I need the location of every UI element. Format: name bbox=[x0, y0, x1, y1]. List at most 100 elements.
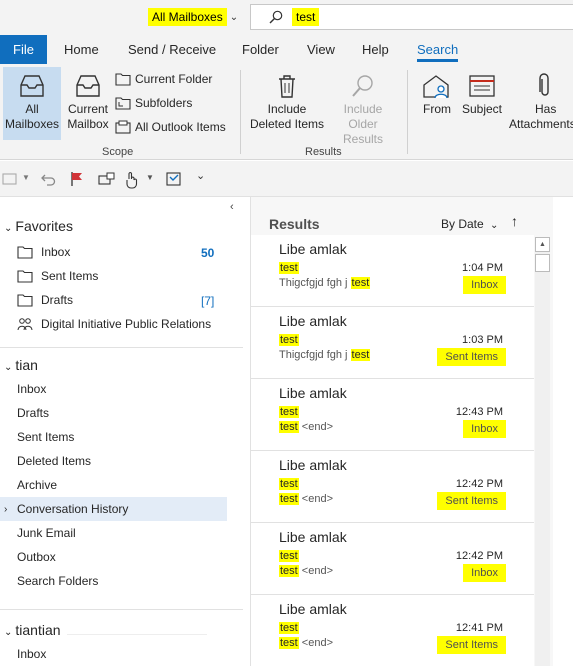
ribbon-tabs: File Home Send / Receive Folder View Hel… bbox=[0, 35, 573, 64]
preview-text: Thigcfgjd fgh j bbox=[279, 277, 348, 289]
favorites-item-digital-initiative[interactable]: Digital Initiative Public Relations bbox=[17, 313, 211, 335]
results-group-label: Results bbox=[305, 146, 342, 158]
favorites-item-drafts[interactable]: Drafts bbox=[17, 289, 73, 311]
folder-label: Conversation History bbox=[17, 502, 129, 516]
message-item[interactable]: Libe amlak test test <end> 12:42 PM Sent It… bbox=[251, 451, 534, 523]
message-item[interactable]: Libe amlak test Thigcfgjd fgh j test 1:04 P… bbox=[251, 235, 534, 307]
preview-text: <end> bbox=[301, 421, 333, 433]
search-scope-label: All Mailboxes bbox=[148, 8, 227, 26]
folder-item-inbox-2[interactable]: Inbox bbox=[17, 643, 46, 665]
folder-item-conversation-history[interactable]: › Conversation History bbox=[0, 497, 227, 521]
chevron-expanded-icon: ⌄ bbox=[4, 223, 13, 234]
received-time: 12:42 PM bbox=[455, 478, 503, 490]
tab-file[interactable]: File bbox=[0, 35, 47, 64]
undo-icon[interactable] bbox=[40, 171, 56, 187]
current-mailbox-button[interactable]: Current Mailbox bbox=[64, 67, 112, 140]
search-icon bbox=[269, 10, 283, 24]
folder-label: Drafts bbox=[41, 293, 74, 307]
search-scope-dropdown[interactable]: All Mailboxes ⌄ bbox=[148, 6, 238, 28]
chevron-down-icon: ⌄ bbox=[229, 11, 239, 23]
folder-item-drafts[interactable]: Drafts bbox=[17, 402, 49, 424]
trash-icon bbox=[279, 75, 295, 98]
favorites-label: Favorites bbox=[15, 218, 73, 234]
search-query: test bbox=[292, 8, 320, 26]
current-folder-button[interactable]: Current Folder bbox=[115, 69, 212, 89]
sender-name: Libe amlak bbox=[279, 529, 347, 545]
preview-highlight: test bbox=[279, 421, 299, 433]
reply-all-icon[interactable] bbox=[166, 171, 182, 187]
mailbox-header-tiantian[interactable]: ⌄ tiantian bbox=[4, 622, 207, 638]
tab-help[interactable]: Help bbox=[362, 35, 389, 64]
folder-item-outbox[interactable]: Outbox bbox=[17, 546, 56, 568]
collapse-pane-icon[interactable]: ‹ bbox=[230, 201, 234, 213]
folder-item-sent-items[interactable]: Sent Items bbox=[17, 426, 74, 448]
tab-search[interactable]: Search bbox=[417, 35, 459, 64]
subfolders-button[interactable]: Subfolders bbox=[115, 93, 192, 113]
send-receive-icon[interactable] bbox=[2, 171, 18, 187]
subject-button[interactable]: Subject bbox=[459, 67, 505, 140]
folder-item-search-folders[interactable]: Search Folders bbox=[17, 570, 98, 592]
preview-highlight: test bbox=[279, 493, 299, 505]
chevron-right-icon[interactable]: › bbox=[4, 504, 7, 515]
include-older-label-2: Older Results bbox=[342, 117, 383, 146]
divider bbox=[0, 347, 243, 348]
tab-home[interactable]: Home bbox=[64, 35, 99, 64]
results-pane: Results By Date ⌄ ↑ Libe amlak test Thigcf… bbox=[250, 197, 553, 666]
chevron-down-icon[interactable]: ▼ bbox=[22, 173, 30, 182]
scope-group-label: Scope bbox=[102, 146, 134, 158]
subject-line: test bbox=[279, 334, 299, 346]
has-attachments-button[interactable]: Has Attachments bbox=[507, 67, 573, 140]
scroll-up-icon[interactable]: ▲ bbox=[535, 237, 550, 252]
all-outlook-items-button[interactable]: All Outlook Items bbox=[115, 117, 226, 137]
message-item[interactable]: Libe amlak test Thigcfgjd fgh j test 1:03 P… bbox=[251, 307, 534, 379]
subject-line: test bbox=[279, 262, 299, 274]
tab-view[interactable]: View bbox=[307, 35, 335, 64]
inbox-tray-icon bbox=[20, 75, 44, 97]
paperclip-icon bbox=[539, 73, 549, 96]
scroll-thumb[interactable] bbox=[535, 254, 550, 272]
mailbox-label: tian bbox=[15, 357, 38, 373]
touch-mode-icon[interactable] bbox=[124, 171, 138, 189]
favorites-item-inbox[interactable]: Inbox bbox=[17, 241, 70, 263]
title-search-bar: All Mailboxes ⌄ test bbox=[0, 0, 573, 35]
folder-item-archive[interactable]: Archive bbox=[17, 474, 57, 496]
has-attachments-label-2: Attachments bbox=[509, 117, 573, 131]
sender-name: Libe amlak bbox=[279, 601, 347, 617]
search-input[interactable]: test bbox=[250, 4, 573, 30]
favorites-header[interactable]: ⌄ Favorites bbox=[4, 218, 73, 234]
tab-send-receive[interactable]: Send / Receive bbox=[128, 35, 216, 64]
search-history-icon bbox=[352, 75, 373, 97]
sort-dropdown[interactable]: By Date ⌄ bbox=[441, 217, 498, 231]
chevron-down-icon[interactable]: ▼ bbox=[146, 173, 154, 182]
folder-icon bbox=[17, 245, 33, 259]
from-button[interactable]: From bbox=[416, 67, 458, 140]
current-mailbox-label-1: Current bbox=[67, 102, 108, 116]
include-older-results-button[interactable]: Include Older Results bbox=[327, 67, 399, 146]
flag-icon[interactable] bbox=[70, 171, 84, 187]
folder-tag: Inbox bbox=[463, 564, 506, 582]
redacted-area bbox=[66, 623, 207, 635]
folder-item-deleted-items[interactable]: Deleted Items bbox=[17, 450, 91, 472]
categorize-icon[interactable] bbox=[98, 171, 116, 187]
message-item[interactable]: Libe amlak test test <end> 12:42 PM Inbox bbox=[251, 523, 534, 595]
mailbox-header-tian[interactable]: ⌄ tian bbox=[4, 357, 38, 373]
subject-line: test bbox=[279, 406, 299, 418]
folder-icon bbox=[17, 293, 33, 307]
message-item[interactable]: Libe amlak test test <end> 12:43 PM Inbox bbox=[251, 379, 534, 451]
from-label: From bbox=[423, 102, 451, 116]
favorites-item-sent-items[interactable]: Sent Items bbox=[17, 265, 98, 287]
all-items-icon bbox=[115, 120, 131, 134]
customize-toolbar-icon[interactable]: ⌄ bbox=[196, 169, 205, 182]
include-older-label-1: Include bbox=[343, 102, 383, 116]
sort-direction-icon[interactable]: ↑ bbox=[511, 213, 518, 229]
include-deleted-items-button[interactable]: Include Deleted Items bbox=[248, 67, 326, 140]
sender-name: Libe amlak bbox=[279, 241, 347, 257]
folder-label: Digital Initiative Public Relations bbox=[41, 317, 212, 331]
folder-item-inbox[interactable]: Inbox bbox=[17, 378, 46, 400]
preview-highlight: test bbox=[350, 349, 371, 361]
folder-item-junk-email[interactable]: Junk Email bbox=[17, 522, 76, 544]
scrollbar[interactable]: ▲ bbox=[535, 237, 550, 666]
tab-folder[interactable]: Folder bbox=[242, 35, 279, 64]
message-item[interactable]: Libe amlak test test <end> 12:41 PM Sent It… bbox=[251, 595, 534, 666]
all-mailboxes-button[interactable]: All Mailboxes bbox=[3, 67, 61, 140]
